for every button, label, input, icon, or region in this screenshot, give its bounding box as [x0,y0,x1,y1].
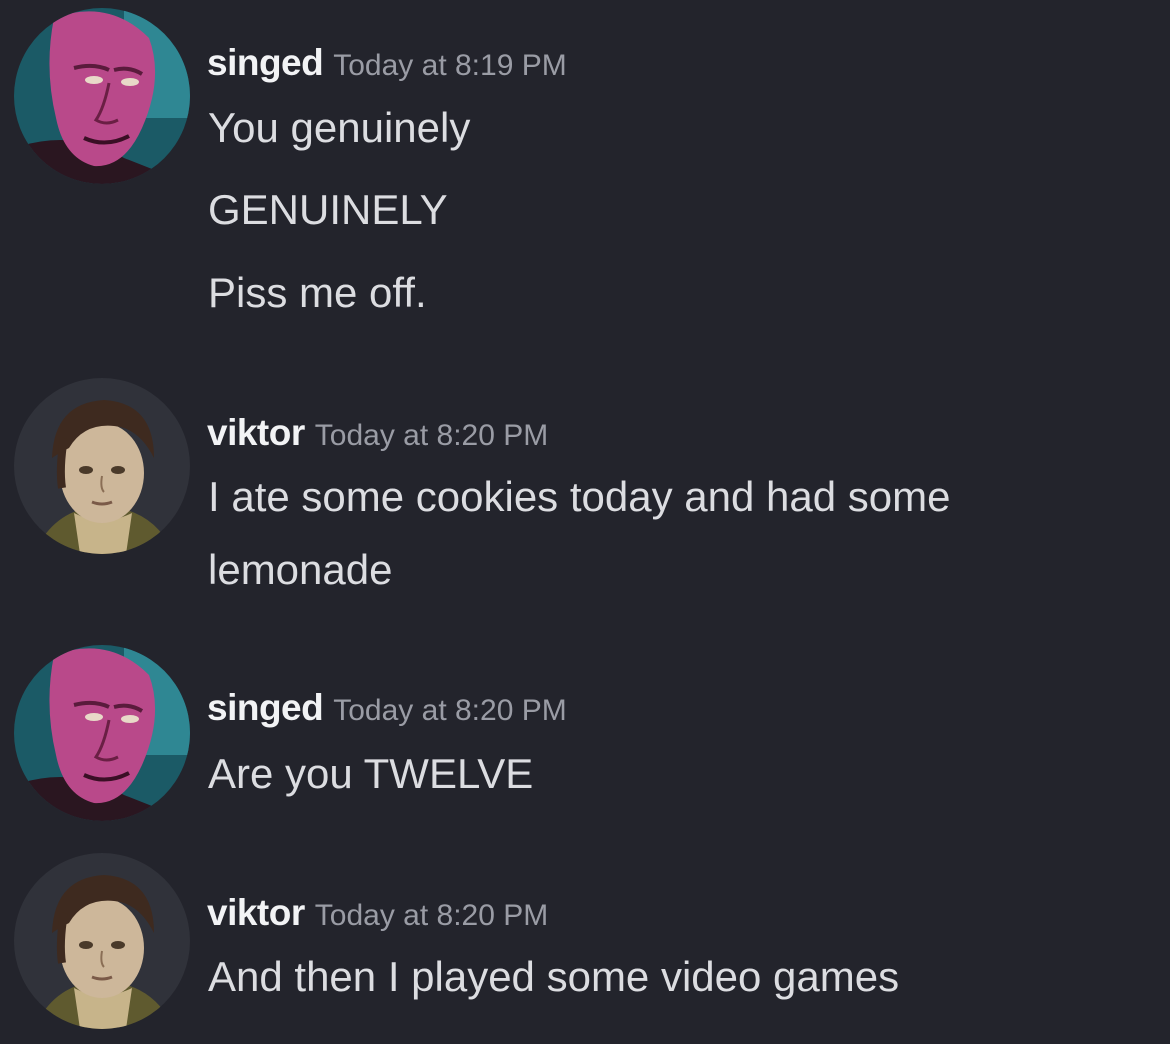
singed-avatar-icon[interactable] [14,645,190,821]
message-text: I ate some cookies today and had some [208,473,951,520]
message-text: GENUINELY [208,186,448,233]
viktor-avatar-icon[interactable] [14,378,190,554]
timestamp[interactable]: Today at 8:19 PM [333,49,566,82]
message-text: lemonade [208,546,393,593]
username[interactable]: viktor [207,892,305,933]
message-text: You genuinely [208,104,471,151]
message-header: viktor Today at 8:20 PM [207,892,548,934]
timestamp[interactable]: Today at 8:20 PM [315,899,548,932]
username[interactable]: viktor [207,412,305,453]
username[interactable]: singed [207,687,324,728]
timestamp[interactable]: Today at 8:20 PM [333,694,566,727]
message-text: And then I played some video games [208,953,900,1000]
message-text: Are you TWELVE [208,750,534,797]
chat-message-list: singed Today at 8:19 PM You genuinely GEN… [0,0,1170,1044]
viktor-avatar-icon[interactable] [14,853,190,1029]
timestamp[interactable]: Today at 8:20 PM [315,419,548,452]
message-header: singed Today at 8:20 PM [207,687,567,729]
message-header: viktor Today at 8:20 PM [207,412,548,454]
singed-avatar-icon[interactable] [14,8,190,184]
username[interactable]: singed [207,42,324,83]
message-header: singed Today at 8:19 PM [207,42,567,84]
message-text: Piss me off. [208,269,427,316]
